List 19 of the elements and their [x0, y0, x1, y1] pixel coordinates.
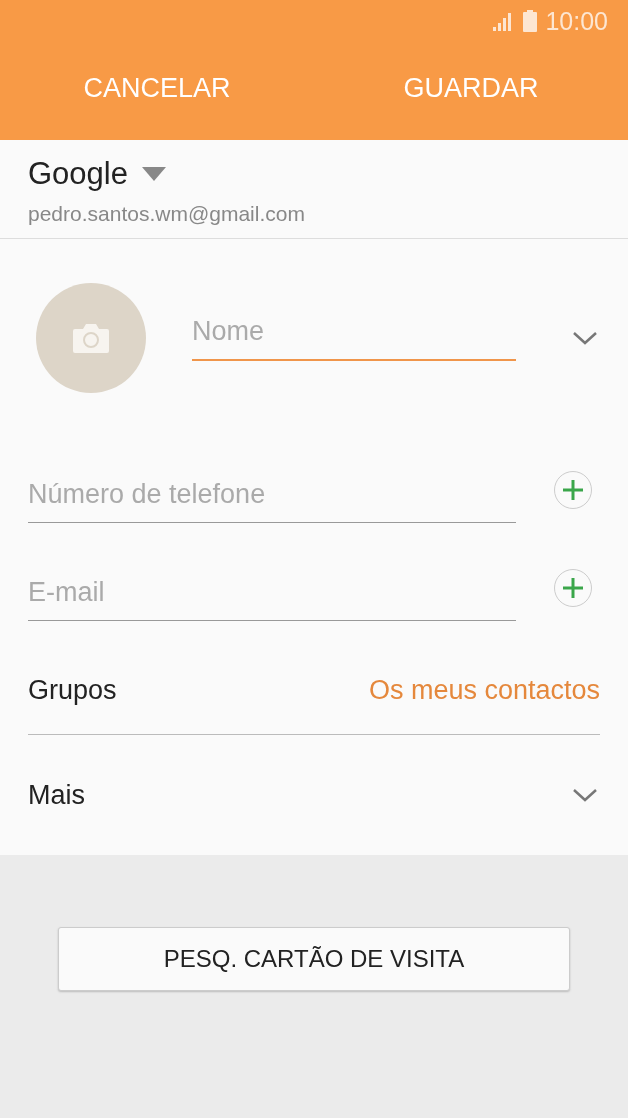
groups-row[interactable]: Grupos Os meus contactos: [28, 637, 600, 735]
status-time: 10:00: [545, 6, 608, 36]
text-field[interactable]: Número de telefone: [28, 479, 516, 523]
chevron-down-icon[interactable]: [572, 787, 598, 803]
account-name[interactable]: Google: [28, 156, 128, 192]
add-button[interactable]: [554, 569, 592, 607]
camera-icon: [72, 323, 110, 353]
add-button[interactable]: [554, 471, 592, 509]
plus-icon: [562, 577, 584, 599]
groups-label: Grupos: [28, 675, 117, 706]
name-field[interactable]: Nome: [192, 315, 516, 361]
battery-icon: [523, 10, 538, 32]
chevron-down-icon[interactable]: [572, 330, 598, 346]
plus-icon: [562, 479, 584, 501]
more-label[interactable]: Mais: [28, 779, 85, 811]
text-field[interactable]: E-mail: [28, 577, 516, 621]
dropdown-icon[interactable]: [141, 167, 166, 181]
scan-card-button[interactable]: PESQ. CARTÃO DE VISITA: [58, 927, 570, 991]
account-email: pedro.santos.wm@gmail.com: [28, 202, 305, 226]
